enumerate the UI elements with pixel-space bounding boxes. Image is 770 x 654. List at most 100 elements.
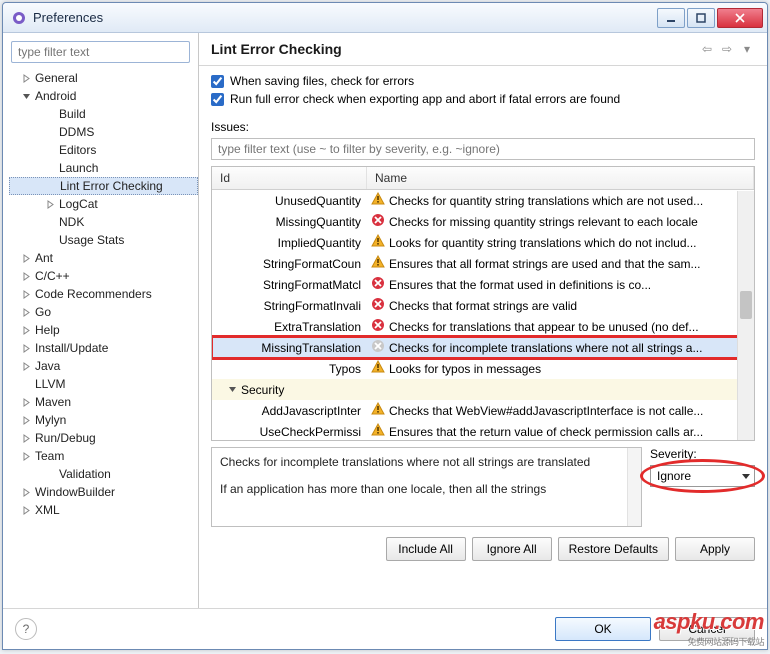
expand-closed-icon[interactable] <box>19 287 33 301</box>
preferences-tree[interactable]: General Android BuildDDMSEditorsLaunch Lint… <box>7 69 198 602</box>
table-row[interactable]: Typos Looks for typos in messages <box>212 358 754 379</box>
tree-item[interactable]: Install/Update <box>9 339 198 357</box>
tree-item[interactable]: Run/Debug <box>9 429 198 447</box>
row-name: Ensures that all format strings are used… <box>389 257 701 271</box>
table-scrollbar[interactable] <box>737 191 754 440</box>
expand-closed-icon[interactable] <box>19 431 33 445</box>
row-name: Checks that WebView#addJavascriptInterfa… <box>389 404 703 418</box>
expand-closed-icon[interactable] <box>43 197 57 211</box>
expand-closed-icon[interactable] <box>19 395 33 409</box>
desc-line1: Checks for incomplete translations where… <box>220 454 633 471</box>
tree-item[interactable]: Mylyn <box>9 411 198 429</box>
tree-item[interactable]: Launch <box>9 159 198 177</box>
tree-item[interactable]: LogCat <box>9 195 198 213</box>
expand-closed-icon[interactable] <box>19 323 33 337</box>
tree-item[interactable]: Go <box>9 303 198 321</box>
restore-defaults-button[interactable]: Restore Defaults <box>558 537 669 561</box>
severity-icon <box>371 213 385 230</box>
expand-closed-icon[interactable] <box>19 413 33 427</box>
tree-spacer <box>43 233 57 247</box>
tree-item[interactable]: Maven <box>9 393 198 411</box>
tree-item[interactable]: Build <box>9 105 198 123</box>
severity-icon <box>371 276 385 293</box>
ok-button[interactable]: OK <box>555 617 651 641</box>
table-row[interactable]: ExtraTranslationChecks for translations … <box>212 316 754 337</box>
check-on-save-checkbox[interactable] <box>211 75 224 88</box>
tree-item-label: Maven <box>33 395 71 409</box>
tree-item[interactable]: Editors <box>9 141 198 159</box>
tree-item[interactable]: Java <box>9 357 198 375</box>
tree-item[interactable]: WindowBuilder <box>9 483 198 501</box>
row-name: Looks for typos in messages <box>389 362 541 376</box>
tree-item[interactable]: Usage Stats <box>9 231 198 249</box>
severity-icon <box>371 423 385 440</box>
severity-icon <box>371 255 385 272</box>
nav-forward-icon[interactable]: ⇨ <box>719 41 735 57</box>
table-row[interactable]: AddJavascriptInterChecks that WebView#ad… <box>212 400 754 421</box>
expand-closed-icon[interactable] <box>19 269 33 283</box>
severity-select[interactable]: Ignore <box>650 465 755 487</box>
tree-item[interactable]: Code Recommenders <box>9 285 198 303</box>
table-row[interactable]: StringFormatCounEnsures that all format … <box>212 253 754 274</box>
tree-item[interactable]: Ant <box>9 249 198 267</box>
tree-item[interactable]: Team <box>9 447 198 465</box>
maximize-button[interactable] <box>687 8 715 28</box>
tree-item[interactable]: XML <box>9 501 198 519</box>
check-on-save-label: When saving files, check for errors <box>230 74 414 88</box>
severity-icon <box>371 402 385 419</box>
table-row[interactable]: StringFormatInvaliChecks that format str… <box>212 295 754 316</box>
desc-scrollbar[interactable] <box>627 448 641 526</box>
check-on-save-row[interactable]: When saving files, check for errors <box>211 74 755 88</box>
include-all-button[interactable]: Include All <box>386 537 466 561</box>
column-header-name[interactable]: Name <box>367 167 754 189</box>
tree-item[interactable]: LLVM <box>9 375 198 393</box>
tree-item[interactable]: Help <box>9 321 198 339</box>
tree-item-label: Lint Error Checking <box>58 179 163 193</box>
full-check-export-checkbox[interactable] <box>211 93 224 106</box>
tree-filter-input[interactable] <box>11 41 190 63</box>
tree-item[interactable]: NDK <box>9 213 198 231</box>
close-button[interactable] <box>717 8 763 28</box>
table-row[interactable]: UnusedQuantityChecks for quantity string… <box>212 190 754 211</box>
table-row[interactable]: MissingQuantityChecks for missing quanti… <box>212 211 754 232</box>
tree-item[interactable]: DDMS <box>9 123 198 141</box>
expand-closed-icon[interactable] <box>19 449 33 463</box>
expand-closed-icon[interactable] <box>19 305 33 319</box>
expand-closed-icon[interactable] <box>19 251 33 265</box>
issues-table[interactable]: Id Name UnusedQuantityChecks for quantit… <box>211 166 755 441</box>
table-row[interactable]: ImpliedQuantityLooks for quantity string… <box>212 232 754 253</box>
expand-closed-icon[interactable] <box>19 485 33 499</box>
table-row[interactable]: MissingTranslationChecks for incomplete … <box>212 337 754 358</box>
tree-item[interactable]: Lint Error Checking <box>9 177 198 195</box>
expand-closed-icon[interactable] <box>19 503 33 517</box>
row-id: MissingQuantity <box>212 215 367 229</box>
expand-closed-icon[interactable] <box>19 341 33 355</box>
row-id: ImpliedQuantity <box>212 236 367 250</box>
expand-closed-icon[interactable] <box>19 359 33 373</box>
expand-open-icon[interactable] <box>19 89 33 103</box>
issues-filter-input[interactable] <box>211 138 755 160</box>
row-id: Typos <box>212 362 367 376</box>
expand-closed-icon[interactable] <box>19 71 33 85</box>
severity-value: Ignore <box>657 469 691 483</box>
full-check-export-label: Run full error check when exporting app … <box>230 92 620 106</box>
nav-menu-icon[interactable]: ▾ <box>739 41 755 57</box>
tree-item[interactable]: Android <box>9 87 198 105</box>
nav-back-icon[interactable]: ⇦ <box>699 41 715 57</box>
apply-button[interactable]: Apply <box>675 537 755 561</box>
table-row[interactable]: UseCheckPermissiEnsures that the return … <box>212 421 754 440</box>
tree-item[interactable]: General <box>9 69 198 87</box>
help-icon[interactable]: ? <box>15 618 37 640</box>
cancel-button[interactable]: Cancel <box>659 617 755 641</box>
column-header-id[interactable]: Id <box>212 167 367 189</box>
ignore-all-button[interactable]: Ignore All <box>472 537 552 561</box>
tree-item[interactable]: Validation <box>9 465 198 483</box>
full-check-export-row[interactable]: Run full error check when exporting app … <box>211 92 755 106</box>
table-category-row[interactable]: Security <box>212 379 754 400</box>
tree-item-label: Android <box>33 89 76 103</box>
titlebar[interactable]: Preferences <box>3 3 767 33</box>
tree-item-label: NDK <box>57 215 84 229</box>
tree-item[interactable]: C/C++ <box>9 267 198 285</box>
table-row[interactable]: StringFormatMatclEnsures that the format… <box>212 274 754 295</box>
minimize-button[interactable] <box>657 8 685 28</box>
